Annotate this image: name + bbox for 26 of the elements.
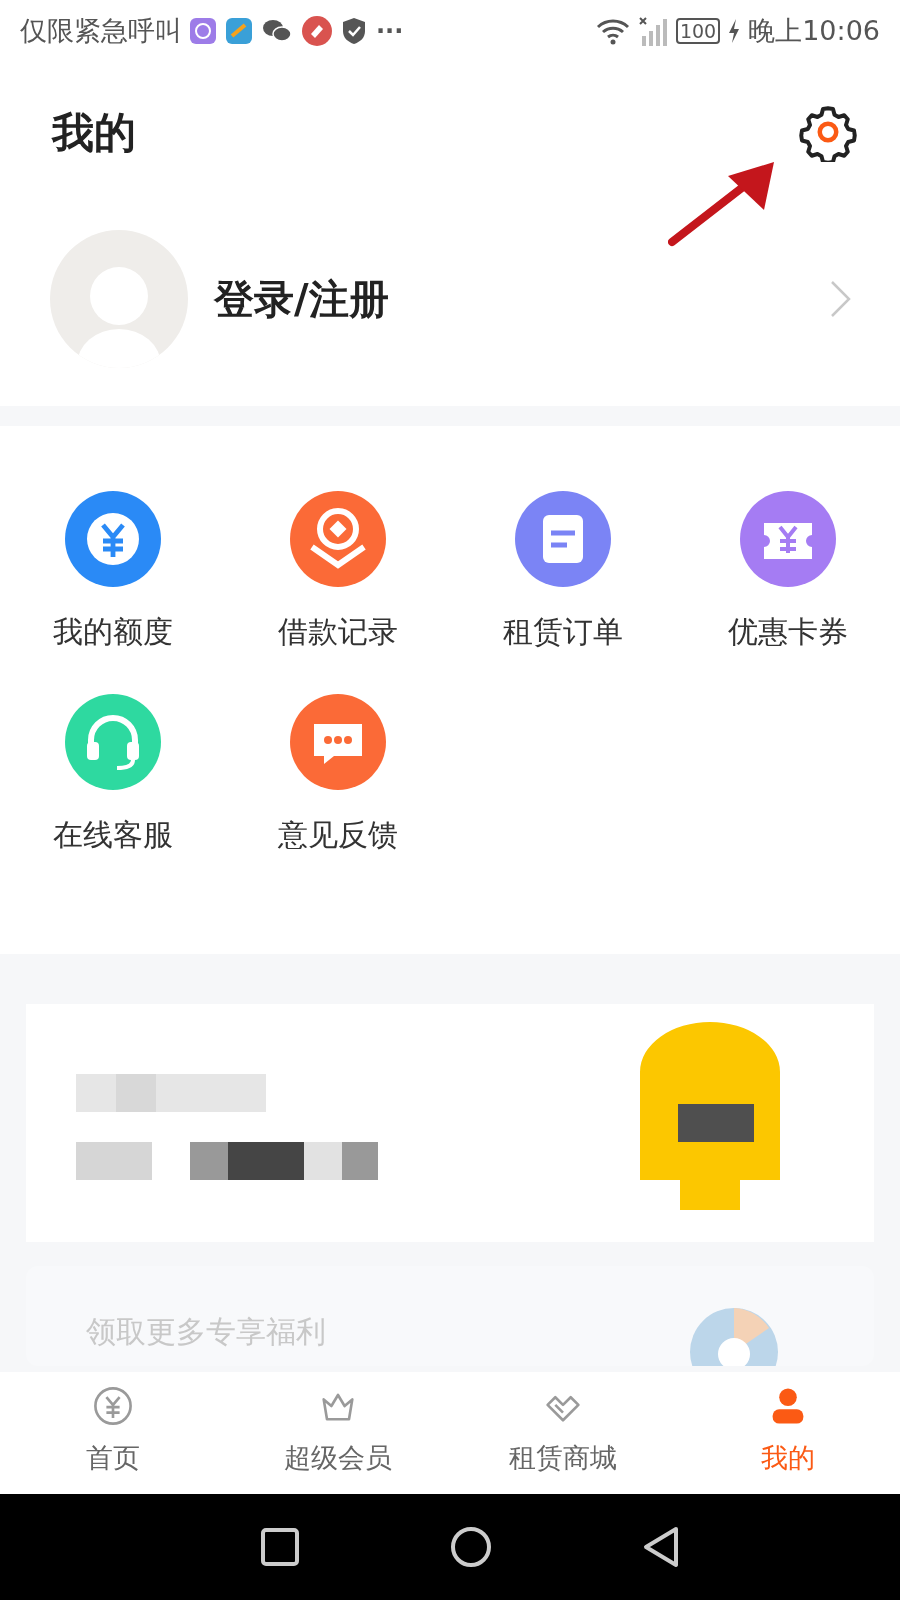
- chat-bubbles-icon: [262, 18, 292, 44]
- tab-bar-item[interactable]: 租赁商城: [450, 1372, 675, 1494]
- wifi-icon: [595, 17, 630, 45]
- app-icon: [302, 16, 332, 46]
- app-icon: [190, 18, 216, 44]
- recent-apps-button[interactable]: [260, 1527, 300, 1567]
- more-notifications: ···: [376, 16, 404, 47]
- clock-time: 晚上10:06: [748, 13, 880, 48]
- menu-item[interactable]: 意见反馈: [225, 694, 450, 857]
- page-title: 我的: [52, 106, 136, 159]
- menu-item[interactable]: 优惠卡券: [675, 491, 900, 654]
- back-button[interactable]: [642, 1525, 680, 1569]
- carrier-text: 仅限紧急呼叫: [20, 13, 182, 48]
- battery-level: 100: [675, 18, 721, 44]
- menu-item[interactable]: 在线客服: [0, 694, 225, 857]
- login-register-link[interactable]: 登录/注册: [214, 269, 389, 329]
- menu-item[interactable]: 我的额度: [0, 491, 225, 654]
- tab-bar-item[interactable]: 超级会员: [225, 1372, 450, 1494]
- signal-icon: [637, 16, 668, 46]
- menu-item[interactable]: 借款记录: [225, 491, 450, 654]
- charging-icon: [728, 19, 741, 43]
- home-button[interactable]: [450, 1526, 492, 1568]
- shield-check-icon: [342, 17, 366, 45]
- tab-bar-item[interactable]: 首页: [0, 1372, 225, 1494]
- app-icon: [226, 18, 252, 44]
- menu-item[interactable]: 租赁订单: [450, 491, 675, 654]
